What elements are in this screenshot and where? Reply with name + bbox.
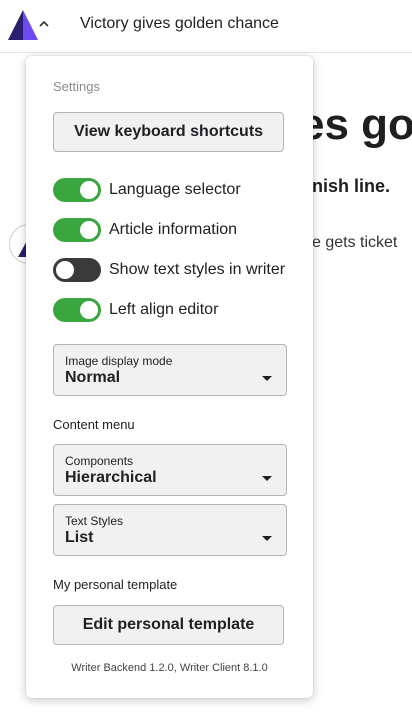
top-bar: Victory gives golden chance [0,0,412,53]
select-value: List [65,529,94,546]
article-body-text[interactable]: e gets ticket [312,234,397,252]
switch-knob [80,181,98,199]
switch-knob [80,221,98,239]
components-select[interactable]: Components Hierarchical [53,444,287,496]
toggle-label: Language selector [109,181,241,198]
dropdown-arrow-icon [262,376,272,381]
article-headline[interactable]: es go [300,100,412,150]
select-value: Normal [65,369,121,386]
toggle-row-language-selector[interactable]: Language selector [53,178,241,202]
version-info: Writer Backend 1.2.0, Writer Client 8.1.… [71,662,268,674]
settings-panel: Settings View keyboard shortcuts Languag… [26,56,313,698]
chevron-up-icon[interactable] [38,18,50,30]
personal-template-label: My personal template [53,577,178,592]
settings-heading: Settings [53,79,100,94]
dropdown-arrow-icon [262,536,272,541]
toggle-label: Show text styles in writer [109,261,286,278]
dropdown-arrow-icon [262,476,272,481]
article-subheading[interactable]: nish line. [312,176,390,197]
content-menu-label: Content menu [53,417,135,432]
view-keyboard-shortcuts-button[interactable]: View keyboard shortcuts [53,112,284,152]
select-label: Image display mode [65,354,173,368]
left-align-editor-switch[interactable] [53,298,101,322]
switch-knob [56,261,74,279]
writer-logo-icon[interactable] [8,10,38,40]
toggle-row-show-text-styles[interactable]: Show text styles in writer [53,258,285,282]
text-styles-select[interactable]: Text Styles List [53,504,287,556]
toggle-label: Article information [109,221,238,238]
toggle-label: Left align editor [109,301,219,318]
switch-knob [80,301,98,319]
toggle-row-article-information[interactable]: Article information [53,218,237,242]
select-label: Components [65,454,134,468]
edit-personal-template-button[interactable]: Edit personal template [53,605,284,645]
article-information-switch[interactable] [53,218,101,242]
select-value: Hierarchical [65,469,157,486]
language-selector-switch[interactable] [53,178,101,202]
image-display-mode-select[interactable]: Image display mode Normal [53,344,287,396]
select-label: Text Styles [65,514,124,528]
show-text-styles-switch[interactable] [53,258,101,282]
toggle-row-left-align-editor[interactable]: Left align editor [53,298,218,322]
document-title: Victory gives golden chance [80,15,279,32]
